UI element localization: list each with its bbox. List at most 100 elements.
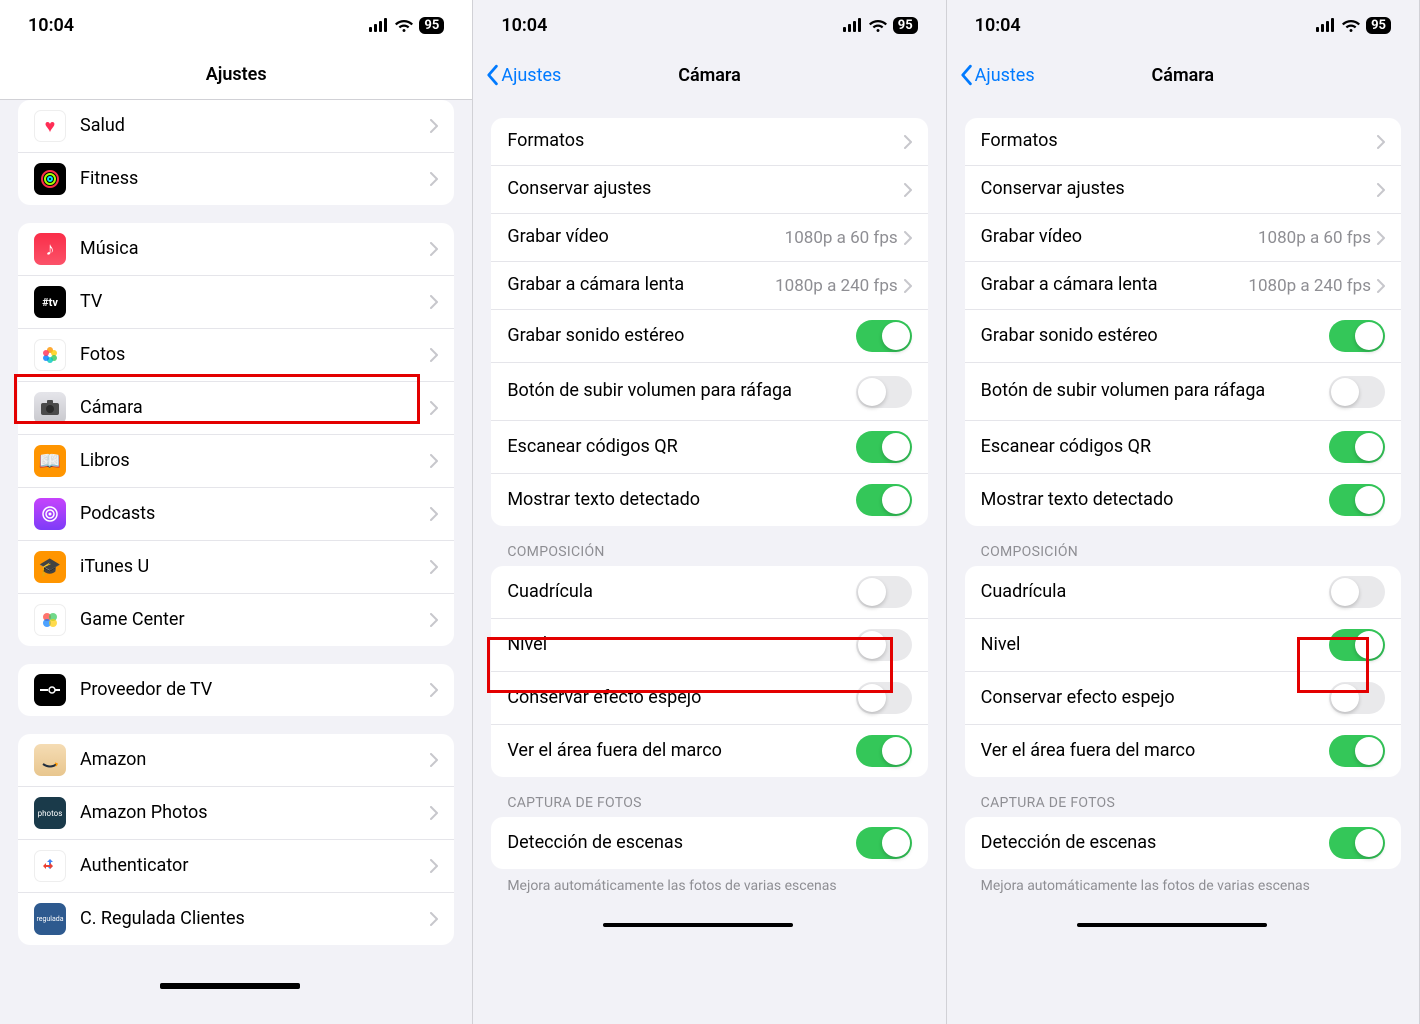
row-grabar-video[interactable]: Grabar vídeo1080p a 60 fps: [965, 214, 1401, 262]
status-bar: 10:04 95: [473, 0, 945, 50]
toggle-switch[interactable]: [1329, 735, 1385, 767]
toggle-switch[interactable]: [856, 735, 912, 767]
settings-row-gamecenter[interactable]: Game Center: [18, 594, 454, 646]
row-escanear-qr[interactable]: Escanear códigos QR: [965, 421, 1401, 474]
row-label: Game Center: [80, 609, 430, 632]
row-nivel[interactable]: Nivel: [965, 619, 1401, 672]
toggle-switch[interactable]: [1329, 320, 1385, 352]
settings-row-libros[interactable]: 📖 Libros: [18, 435, 454, 488]
toggle-switch[interactable]: [1329, 629, 1385, 661]
row-grabar-lenta[interactable]: Grabar a cámara lenta1080p a 240 fps: [491, 262, 927, 310]
chevron-right-icon: [1377, 231, 1385, 245]
chevron-right-icon: [1377, 135, 1385, 149]
row-cuadricula[interactable]: Cuadrícula: [491, 566, 927, 619]
cellular-signal-icon: [1316, 18, 1336, 32]
toggle-switch[interactable]: [856, 682, 912, 714]
toggle-switch[interactable]: [856, 827, 912, 859]
chevron-right-icon: [904, 231, 912, 245]
row-label: Fotos: [80, 344, 430, 367]
toggle-switch[interactable]: [856, 629, 912, 661]
proveedor-icon: [34, 674, 66, 706]
settings-row-fotos[interactable]: Fotos: [18, 329, 454, 382]
camera-settings-list[interactable]: Formatos Conservar ajustes Grabar vídeo1…: [947, 100, 1419, 1024]
row-nivel[interactable]: Nivel: [491, 619, 927, 672]
row-volumen-rafaga[interactable]: Botón de subir volumen para ráfaga: [491, 363, 927, 421]
settings-row-amazon[interactable]: Amazon: [18, 734, 454, 787]
chevron-right-icon: [430, 753, 438, 767]
settings-row-tv[interactable]: #tv TV: [18, 276, 454, 329]
musica-icon: ♪: [34, 233, 66, 265]
status-icons: 95: [369, 17, 444, 34]
status-icons: 95: [843, 17, 918, 34]
settings-row-salud[interactable]: ♥ Salud: [18, 100, 454, 153]
toggle-switch[interactable]: [856, 431, 912, 463]
toggle-switch[interactable]: [856, 320, 912, 352]
row-label: C. Regulada Clientes: [80, 908, 430, 931]
row-fuera-marco[interactable]: Ver el área fuera del marco: [965, 725, 1401, 777]
toggle-switch[interactable]: [1329, 576, 1385, 608]
row-detail: 1080p a 240 fps: [1248, 276, 1371, 296]
back-button[interactable]: Ajustes: [485, 64, 561, 86]
row-espejo[interactable]: Conservar efecto espejo: [491, 672, 927, 725]
chevron-right-icon: [430, 348, 438, 362]
toggle-switch[interactable]: [1329, 827, 1385, 859]
settings-row-itunesu[interactable]: 🎓 iTunes U: [18, 541, 454, 594]
row-grabar-lenta[interactable]: Grabar a cámara lenta1080p a 240 fps: [965, 262, 1401, 310]
toggle-switch[interactable]: [856, 484, 912, 516]
nav-bar: Ajustes: [0, 50, 472, 100]
chevron-right-icon: [430, 683, 438, 697]
chevron-right-icon: [430, 859, 438, 873]
chevron-right-icon: [430, 806, 438, 820]
status-bar: 10:04 95: [947, 0, 1419, 50]
back-button[interactable]: Ajustes: [959, 64, 1035, 86]
camera-settings-list[interactable]: Formatos Conservar ajustes Grabar vídeo1…: [473, 100, 945, 1024]
settings-row-musica[interactable]: ♪ Música: [18, 223, 454, 276]
row-formatos[interactable]: Formatos: [491, 118, 927, 166]
chevron-right-icon: [430, 560, 438, 574]
podcasts-icon: [34, 498, 66, 530]
settings-row-proveedor[interactable]: Proveedor de TV: [18, 664, 454, 716]
row-deteccion-escenas[interactable]: Detección de escenas: [491, 817, 927, 869]
row-deteccion-escenas[interactable]: Detección de escenas: [965, 817, 1401, 869]
row-detail: 1080p a 60 fps: [785, 228, 898, 248]
row-label: Podcasts: [80, 503, 430, 526]
settings-row-amazonphotos[interactable]: photos Amazon Photos: [18, 787, 454, 840]
settings-row-camara[interactable]: Cámara: [18, 382, 454, 435]
row-label: Fitness: [80, 168, 430, 191]
toggle-switch[interactable]: [856, 376, 912, 408]
chevron-right-icon: [430, 454, 438, 468]
row-conservar-ajustes[interactable]: Conservar ajustes: [491, 166, 927, 214]
toggle-switch[interactable]: [1329, 682, 1385, 714]
row-volumen-rafaga[interactable]: Botón de subir volumen para ráfaga: [965, 363, 1401, 421]
toggle-switch[interactable]: [1329, 431, 1385, 463]
chevron-left-icon: [959, 64, 973, 86]
itunesu-icon: 🎓: [34, 551, 66, 583]
row-label: Música: [80, 238, 430, 261]
toggle-switch[interactable]: [856, 576, 912, 608]
settings-row-authenticator[interactable]: Authenticator: [18, 840, 454, 893]
row-espejo[interactable]: Conservar efecto espejo: [965, 672, 1401, 725]
row-sonido-estereo[interactable]: Grabar sonido estéreo: [965, 310, 1401, 363]
settings-row-regulada[interactable]: regulada C. Regulada Clientes: [18, 893, 454, 945]
row-fuera-marco[interactable]: Ver el área fuera del marco: [491, 725, 927, 777]
row-sonido-estereo[interactable]: Grabar sonido estéreo: [491, 310, 927, 363]
toggle-switch[interactable]: [1329, 376, 1385, 408]
row-conservar-ajustes[interactable]: Conservar ajustes: [965, 166, 1401, 214]
row-escanear-qr[interactable]: Escanear códigos QR: [491, 421, 927, 474]
row-texto-detectado[interactable]: Mostrar texto detectado: [491, 474, 927, 526]
row-texto-detectado[interactable]: Mostrar texto detectado: [965, 474, 1401, 526]
composicion-header: COMPOSICIÓN: [473, 526, 945, 566]
settings-row-fitness[interactable]: Fitness: [18, 153, 454, 205]
authenticator-icon: [34, 850, 66, 882]
status-time: 10:04: [975, 15, 1021, 36]
row-label: Proveedor de TV: [80, 679, 430, 702]
settings-list[interactable]: ♥ Salud Fitness ♪ Música #tv TV Fotos Cá…: [0, 100, 472, 1024]
row-cuadricula[interactable]: Cuadrícula: [965, 566, 1401, 619]
row-grabar-video[interactable]: Grabar vídeo1080p a 60 fps: [491, 214, 927, 262]
screen-camara-nivel-on: 10:04 95 Ajustes Cámara Formatos Conserv…: [947, 0, 1420, 1024]
settings-row-podcasts[interactable]: Podcasts: [18, 488, 454, 541]
row-formatos[interactable]: Formatos: [965, 118, 1401, 166]
toggle-switch[interactable]: [1329, 484, 1385, 516]
chevron-right-icon: [904, 135, 912, 149]
wifi-icon: [1342, 18, 1360, 32]
